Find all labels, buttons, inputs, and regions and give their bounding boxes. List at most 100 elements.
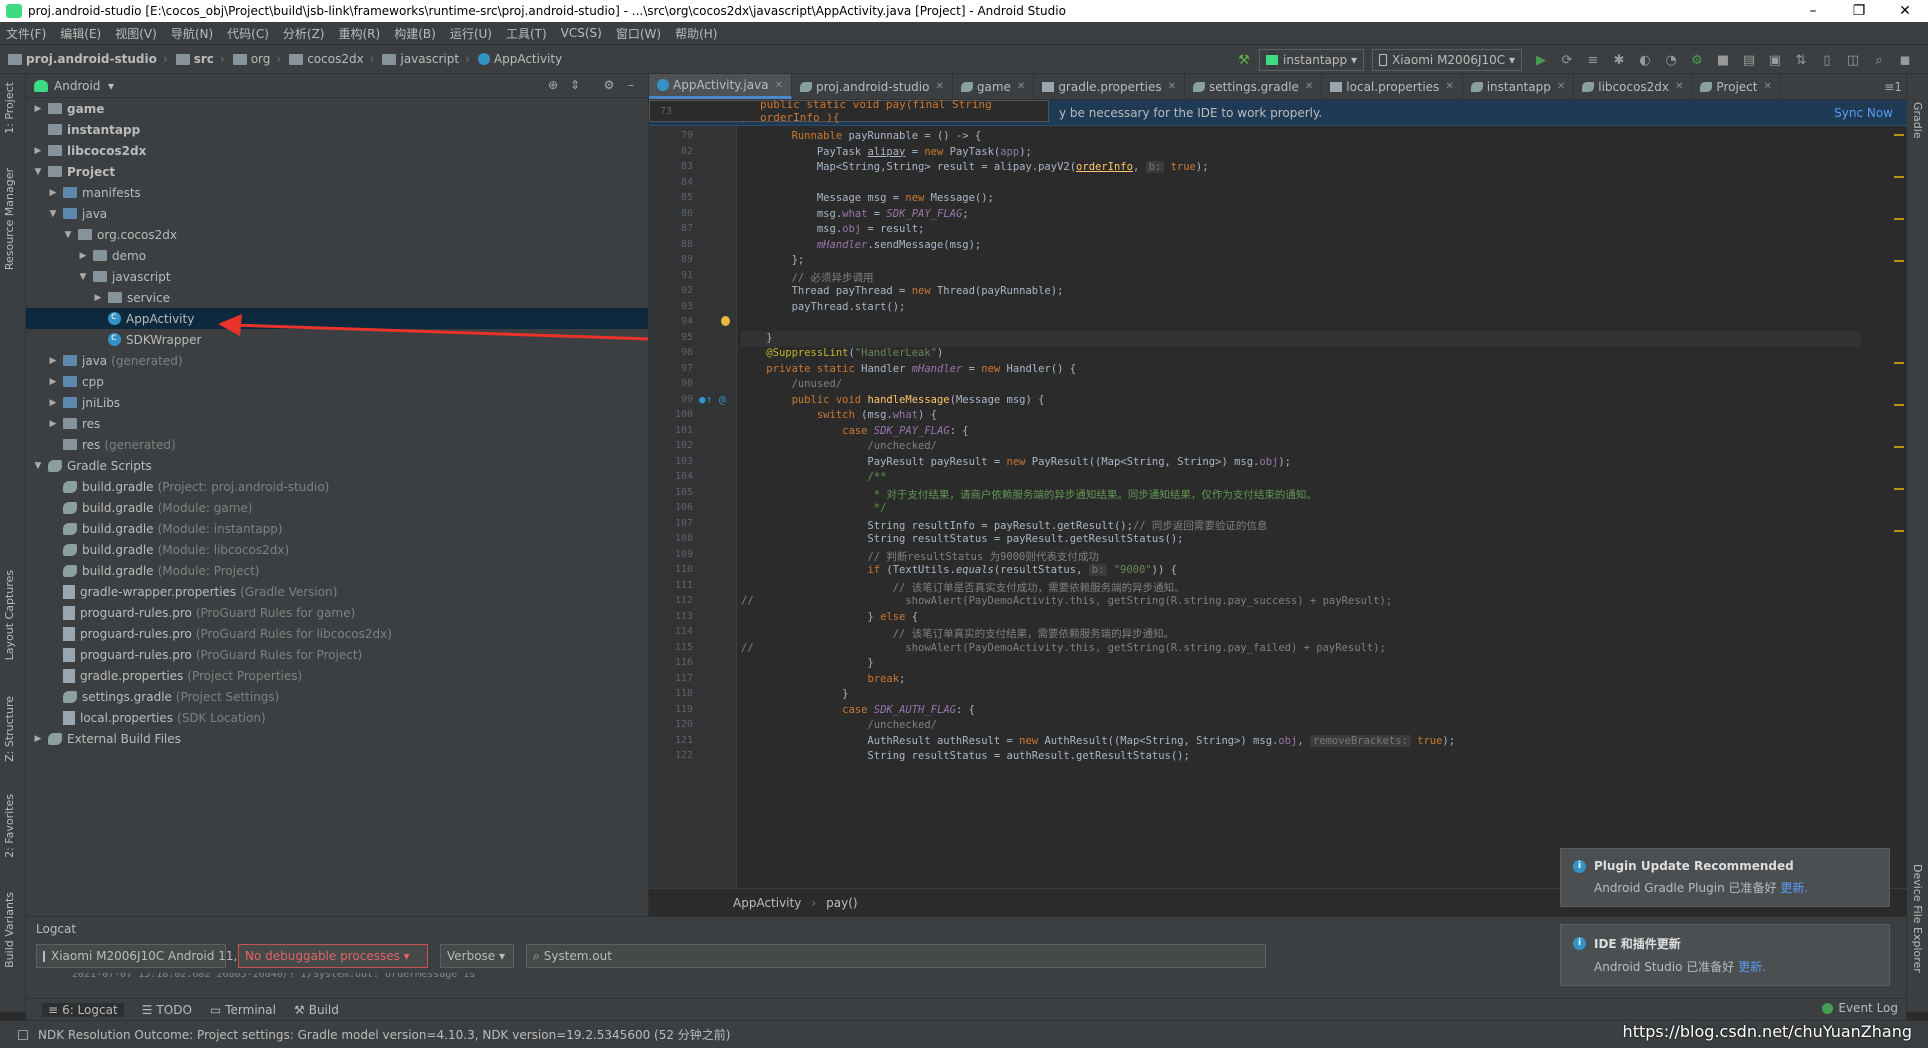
code-line[interactable]: case SDK_AUTH_FLAG: { (741, 704, 975, 716)
run-icon[interactable]: ▶ (1530, 49, 1552, 71)
code-line[interactable]: @SuppressLint("HandlerLeak") (741, 347, 943, 359)
attach-debugger-icon[interactable]: ⚙ (1686, 49, 1708, 71)
code-line[interactable]: private static Handler mHandler = new Ha… (741, 363, 1076, 375)
user-icon[interactable]: ◼ (1894, 49, 1916, 71)
expand-arrow-icon[interactable]: ▼ (62, 230, 74, 240)
tree-item[interactable]: ▼ java (26, 203, 648, 224)
coverage-icon[interactable]: ◐ (1634, 49, 1656, 71)
warning-stripe-mark[interactable] (1894, 134, 1904, 136)
layout-inspector-icon[interactable]: ◫ (1842, 49, 1864, 71)
code-line[interactable]: break; (741, 673, 905, 685)
tree-item[interactable]: settings.gradle (Project Settings) (26, 686, 648, 707)
code-line[interactable]: Message msg = new Message(); (741, 192, 994, 204)
project-structure-icon[interactable]: ▤ (1738, 49, 1760, 71)
code-line[interactable]: if (TextUtils.equals(resultStatus, b: "9… (741, 564, 1177, 576)
code-line[interactable]: // 判断resultStatus 为9000则代表支付成功 (741, 549, 1098, 564)
tree-item[interactable]: ▶ game (26, 98, 648, 119)
code-line[interactable]: Runnable payRunnable = () -> { (741, 130, 982, 142)
code-line[interactable]: payThread.start(); (741, 301, 906, 313)
sync-now-link[interactable]: Sync Now (1834, 106, 1893, 120)
code-line[interactable]: * 对于支付结果，请商户依赖服务端的异步通知结果。同步通知结果，仅作为支付结束的… (741, 487, 1317, 502)
code-line[interactable]: } (741, 688, 848, 700)
apply-changes-icon[interactable]: ≡ (1582, 49, 1604, 71)
editor-tab[interactable]: libcocos2dx ✕ (1574, 74, 1693, 99)
tree-item[interactable]: ▶ service (26, 287, 648, 308)
search-icon[interactable]: ⌕ (1868, 49, 1890, 71)
warning-stripe-mark[interactable] (1894, 488, 1904, 490)
expand-arrow-icon[interactable]: ▶ (32, 146, 44, 156)
status-toggle-icon[interactable] (18, 1029, 28, 1040)
breadcrumb-item[interactable]: proj.android-studio › (8, 52, 168, 66)
avd-manager-icon[interactable]: ▯ (1816, 49, 1838, 71)
tree-item[interactable]: ▶ res (26, 413, 648, 434)
warning-stripe-mark[interactable] (1894, 530, 1904, 532)
close-tab-icon[interactable]: ✕ (1168, 81, 1176, 92)
menu-item[interactable]: VCS(S) (561, 26, 602, 40)
update-link[interactable]: 更新. (1738, 960, 1766, 974)
editor-tab[interactable]: settings.gradle ✕ (1185, 74, 1323, 99)
tree-item[interactable]: gradle-wrapper.properties (Gradle Version… (26, 581, 648, 602)
tree-item[interactable]: ▶ manifests (26, 182, 648, 203)
close-tab-icon[interactable]: ✕ (1675, 81, 1683, 92)
event-log-tab[interactable]: Event Log (1822, 1001, 1898, 1015)
close-tab-icon[interactable]: ✕ (775, 80, 783, 91)
layout-captures-tab[interactable]: Layout Captures (3, 570, 16, 660)
sdk-manager-icon[interactable]: ▣ (1764, 49, 1786, 71)
close-tab-icon[interactable]: ✕ (935, 81, 943, 92)
tree-item[interactable]: build.gradle (Module: libcocos2dx) (26, 539, 648, 560)
editor-tab[interactable]: local.properties ✕ (1322, 74, 1463, 99)
structure-tab[interactable]: Z: Structure (3, 696, 16, 762)
editor-tab[interactable]: game ✕ (953, 74, 1035, 99)
code-line[interactable]: mHandler.sendMessage(msg); (741, 239, 981, 251)
run-config-select[interactable]: instantapp ▾ (1258, 49, 1364, 71)
view-mode-select[interactable]: Android ▾ (54, 79, 114, 93)
code-line[interactable]: PayResult payResult = new PayResult((Map… (741, 456, 1291, 468)
menu-item[interactable]: 重构(R) (339, 25, 381, 42)
code-line[interactable]: } (741, 657, 873, 669)
close-tab-icon[interactable]: ✕ (1763, 81, 1771, 92)
expand-arrow-icon[interactable]: ▶ (47, 377, 59, 387)
code-line[interactable]: // 该笔订单真实的支付结果，需要依赖服务端的异步通知。 (741, 626, 1174, 641)
tree-item[interactable]: ▼ Gradle Scripts (26, 455, 648, 476)
code-view[interactable]: Runnable payRunnable = () -> { PayTask a… (741, 126, 1861, 888)
code-line[interactable]: switch (msg.what) { (741, 409, 937, 421)
override-icon[interactable]: ●↑ @ (699, 393, 726, 406)
code-line[interactable]: /unchecked/ (741, 719, 937, 731)
code-line[interactable]: /unused/ (741, 378, 843, 390)
menu-item[interactable]: 编辑(E) (60, 25, 101, 42)
close-tab-icon[interactable]: ✕ (1557, 81, 1565, 92)
tree-item[interactable]: ▼ org.cocos2dx (26, 224, 648, 245)
expand-arrow-icon[interactable]: ▶ (77, 251, 89, 261)
code-line[interactable]: } (741, 332, 772, 344)
expand-arrow-icon[interactable]: ▼ (32, 461, 44, 471)
expand-arrow-icon[interactable]: ▶ (47, 356, 59, 366)
tree-item[interactable]: AppActivity (26, 308, 648, 329)
warning-stripe-mark[interactable] (1894, 176, 1904, 178)
code-line[interactable]: Map<String,String> result = alipay.payV2… (741, 161, 1209, 173)
menu-item[interactable]: 窗口(W) (616, 25, 661, 42)
code-line[interactable]: // 该笔订单是否真实支付成功，需要依赖服务端的异步通知。 (741, 580, 1185, 595)
build-tab[interactable]: ⚒ Build (294, 1003, 339, 1017)
close-tab-icon[interactable]: ✕ (1445, 81, 1453, 92)
warning-stripe-mark[interactable] (1894, 218, 1904, 220)
expand-arrow-icon[interactable]: ▶ (47, 188, 59, 198)
close-button[interactable]: ✕ (1882, 3, 1928, 19)
project-tool-tab[interactable]: 1: Project (3, 82, 16, 134)
tree-item[interactable]: build.gradle (Module: Project) (26, 560, 648, 581)
breadcrumb-item[interactable]: org › (232, 52, 281, 66)
expand-arrow-icon[interactable]: ▶ (47, 398, 59, 408)
tree-item[interactable]: ▶ libcocos2dx (26, 140, 648, 161)
warning-stripe-mark[interactable] (1894, 446, 1904, 448)
tree-item[interactable]: build.gradle (Module: instantapp) (26, 518, 648, 539)
editor-tab[interactable]: AppActivity.java ✕ (649, 74, 792, 99)
error-stripe[interactable] (1892, 126, 1906, 888)
code-line[interactable]: /unchecked/ (741, 440, 937, 452)
editor-tab[interactable]: Project ✕ (1692, 74, 1781, 99)
debug-icon[interactable]: ✱ (1608, 49, 1630, 71)
tree-item[interactable]: res (generated) (26, 434, 648, 455)
resource-manager-tab[interactable]: Resource Manager (3, 168, 16, 270)
warning-stripe-mark[interactable] (1894, 404, 1904, 406)
code-line[interactable]: PayTask alipay = new PayTask(app); (741, 146, 1032, 158)
warning-stripe-mark[interactable] (1894, 362, 1904, 364)
code-line[interactable]: // 必须异步调用 (741, 270, 874, 285)
